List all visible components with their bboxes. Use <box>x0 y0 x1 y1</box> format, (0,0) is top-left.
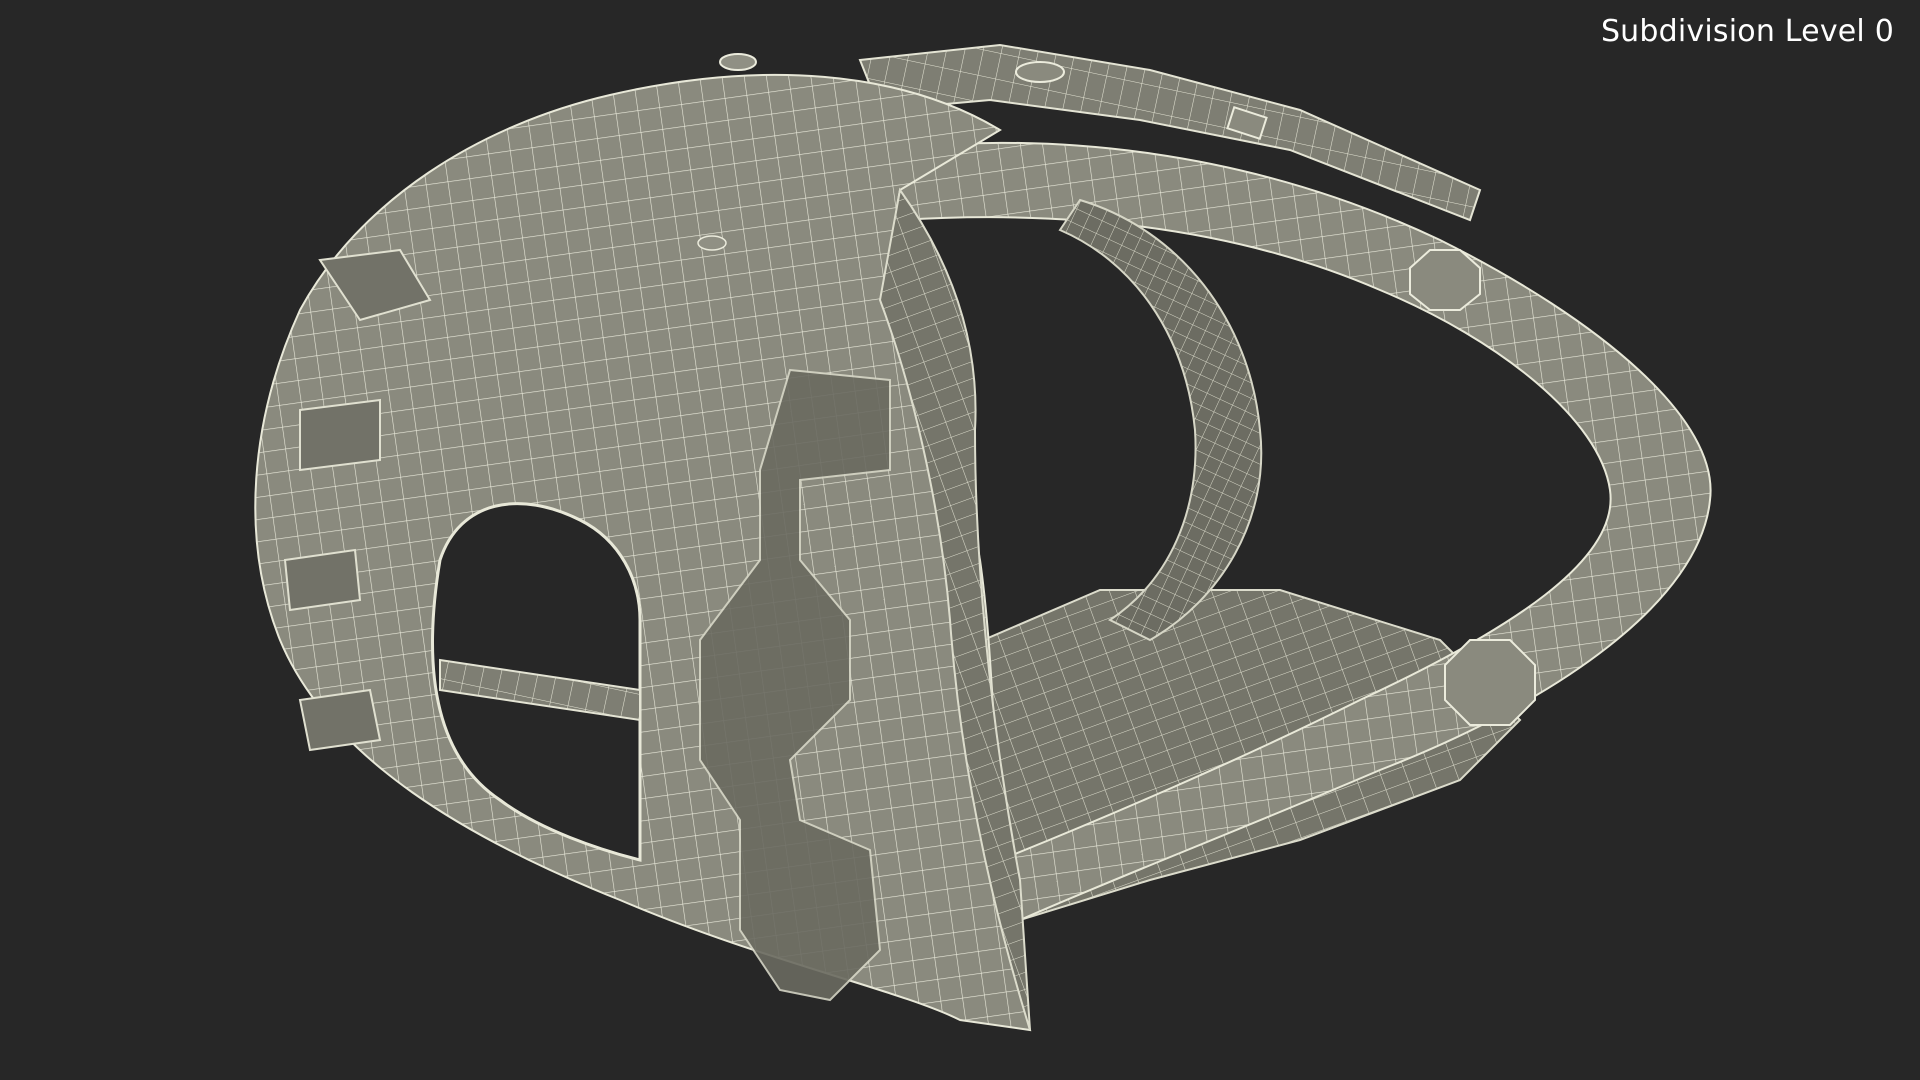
wireframe-model <box>254 43 1712 1032</box>
loop-mount-lower <box>1444 639 1536 726</box>
strap-button <box>1015 61 1065 83</box>
top-knob <box>719 53 757 71</box>
3d-viewport[interactable]: Subdivision Level 0 <box>0 0 1920 1080</box>
loop-mount-upper <box>1409 249 1481 311</box>
shell-screw <box>697 235 727 251</box>
inner-ring-band <box>1058 198 1263 642</box>
